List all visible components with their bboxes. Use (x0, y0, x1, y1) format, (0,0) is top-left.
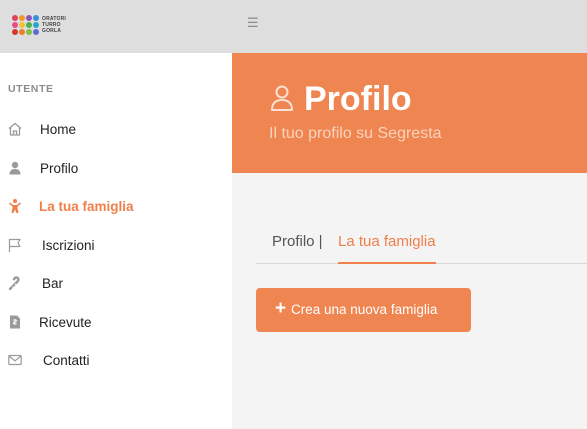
sidebar-heading: UTENTE (8, 83, 54, 95)
logo-dot (19, 29, 25, 35)
candy-cane-icon (7, 275, 23, 291)
plus-icon: + (275, 298, 287, 319)
sidebar-item-contatti[interactable]: Contatti (0, 348, 232, 372)
sidebar-item-bar[interactable]: Bar (0, 271, 232, 295)
envelope-icon (7, 352, 23, 368)
logo-dot (12, 29, 18, 35)
logo-dot (26, 15, 32, 21)
sidebar-item-label: Home (40, 121, 77, 137)
sidebar-item-la-tua-famiglia[interactable]: La tua famiglia (0, 194, 232, 218)
sidebar-item-ricevute[interactable]: Ricevute (0, 310, 232, 334)
logo-dot (12, 22, 18, 28)
page-header: Profilo Il tuo profilo su Segresta (232, 53, 587, 173)
logo-dot (19, 15, 25, 21)
logo-line-3: GORLA (42, 28, 62, 34)
sidebar: UTENTE Home Profilo La tua famiglia Iscr… (0, 53, 232, 429)
flag-icon (7, 237, 23, 253)
logo-dot (33, 29, 39, 35)
sidebar-item-label: La tua famiglia (39, 198, 134, 214)
logo-dots (12, 15, 39, 35)
profile-tabs: Profilo | La tua famiglia (256, 231, 587, 264)
receipt-icon (7, 314, 23, 330)
user-outline-icon (270, 84, 294, 112)
sidebar-item-label: Iscrizioni (42, 237, 95, 253)
page-title: Profilo (304, 80, 412, 118)
sidebar-item-profilo[interactable]: Profilo (0, 156, 232, 180)
hamburger-icon[interactable]: ☰ (247, 16, 259, 30)
sidebar-item-iscrizioni[interactable]: Iscrizioni (0, 233, 232, 257)
logo-dot (12, 15, 18, 21)
oratori-logo[interactable]: ORATORI TURRO GORLA (12, 10, 74, 40)
sidebar-item-home[interactable]: Home (0, 117, 232, 141)
page-subtitle: Il tuo profilo su Segresta (269, 125, 442, 142)
logo-text: ORATORI TURRO GORLA (42, 16, 66, 34)
logo-dot (19, 22, 25, 28)
create-family-label: Crea una nuova famiglia (291, 302, 438, 317)
logo-dot (26, 22, 32, 28)
logo-dot (33, 15, 39, 21)
tab-la-tua-famiglia[interactable]: La tua famiglia (338, 233, 436, 264)
logo-dot (26, 29, 32, 35)
sidebar-item-label: Ricevute (39, 314, 92, 330)
sidebar-item-label: Contatti (43, 352, 90, 368)
main-content: Profilo Il tuo profilo su Segresta Profi… (232, 53, 587, 429)
logo-dot (33, 22, 39, 28)
tab-profilo[interactable]: Profilo | (272, 233, 323, 250)
sidebar-item-label: Profilo (40, 160, 79, 176)
home-icon (7, 121, 23, 137)
child-icon (7, 198, 23, 214)
create-family-button[interactable]: + Crea una nuova famiglia (256, 288, 471, 332)
sidebar-item-label: Bar (42, 275, 64, 291)
user-icon (7, 160, 23, 176)
top-bar: ORATORI TURRO GORLA ☰ (0, 0, 587, 53)
